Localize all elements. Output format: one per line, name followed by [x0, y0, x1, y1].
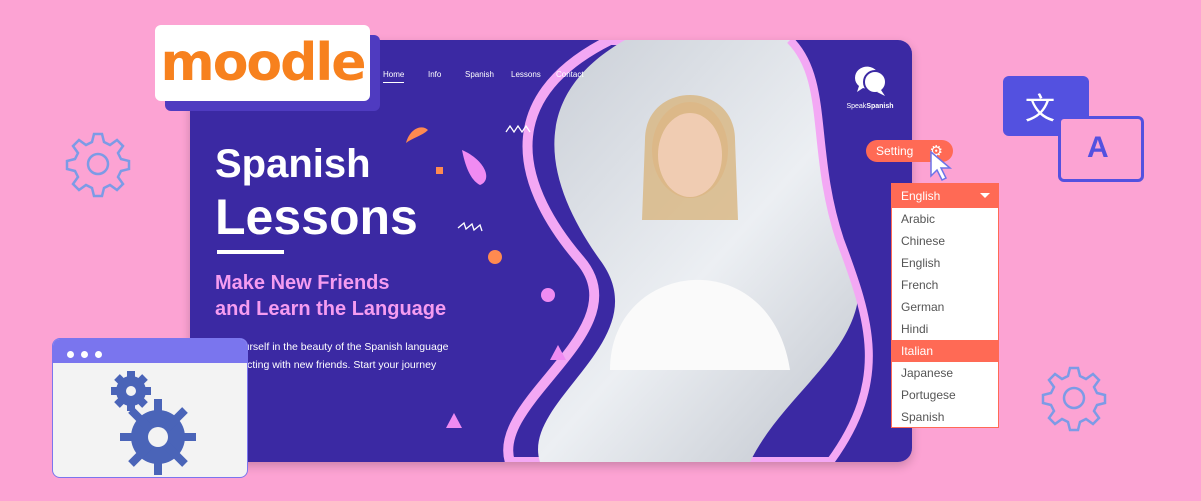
- selected-language: English: [901, 189, 941, 203]
- option-portugese[interactable]: Portugese: [892, 384, 998, 406]
- option-chinese[interactable]: Chinese: [892, 230, 998, 252]
- chat-bubbles-icon: [854, 66, 887, 96]
- window-dot: [67, 351, 74, 358]
- hero-title-line2: Lessons: [215, 189, 418, 245]
- nav-spanish[interactable]: Spanish: [465, 70, 494, 79]
- moodle-logo: moodle: [155, 25, 370, 101]
- cursor-icon: [930, 150, 953, 182]
- nav-contact[interactable]: Contact: [556, 70, 584, 79]
- option-french[interactable]: French: [892, 274, 998, 296]
- moodle-logo-text: moodle: [160, 33, 367, 93]
- language-dropdown[interactable]: English Arabic Chinese English French Ge…: [891, 183, 999, 428]
- option-spanish[interactable]: Spanish: [892, 406, 998, 428]
- option-german[interactable]: German: [892, 296, 998, 318]
- option-arabic[interactable]: Arabic: [892, 208, 998, 230]
- subtitle-line1: Make New Friends: [215, 272, 390, 294]
- hero-subtitle: Make New Friends and Learn the Language: [215, 270, 446, 322]
- website-card: Home Info Spanish Lessons Contact Spanis…: [190, 40, 912, 462]
- site-name-a: Speak: [846, 103, 867, 110]
- hero-title-line1: Spanish: [215, 142, 371, 186]
- gear-outline-icon: [65, 132, 131, 198]
- window-dot: [95, 351, 102, 358]
- nav-lessons[interactable]: Lessons: [511, 70, 541, 79]
- hero-photo: [406, 40, 912, 462]
- nav-home[interactable]: Home: [383, 70, 405, 83]
- option-english[interactable]: English: [892, 252, 998, 274]
- gears-icon: [111, 371, 196, 475]
- option-japanese[interactable]: Japanese: [892, 362, 998, 384]
- body-line2: ...onnecting with new friends. Start you…: [215, 359, 437, 371]
- option-italian[interactable]: Italian: [892, 340, 998, 362]
- hero-body: ...e yourself in the beauty of the Spani…: [215, 338, 485, 374]
- language-select-current[interactable]: English: [892, 184, 998, 208]
- title-underline: [217, 250, 284, 254]
- settings-window-illustration: [52, 338, 248, 478]
- subtitle-line2: and Learn the Language: [215, 298, 447, 320]
- nav-home-label: Home: [383, 70, 405, 79]
- option-hindi[interactable]: Hindi: [892, 318, 998, 340]
- site-logo[interactable]: SpeakSpanish: [840, 62, 900, 110]
- translate-icon: 文 A: [1003, 76, 1144, 182]
- window-dot: [81, 351, 88, 358]
- site-name-b: Spanish: [866, 103, 894, 110]
- nav-info[interactable]: Info: [428, 70, 441, 79]
- caret-down-icon: [980, 193, 990, 203]
- body-line1: ...e yourself in the beauty of the Spani…: [215, 341, 449, 353]
- gear-outline-icon-right: [1041, 366, 1107, 432]
- window-titlebar: [53, 339, 247, 363]
- setting-label: Setting: [876, 144, 914, 158]
- translate-glyph-b: A: [1058, 116, 1144, 182]
